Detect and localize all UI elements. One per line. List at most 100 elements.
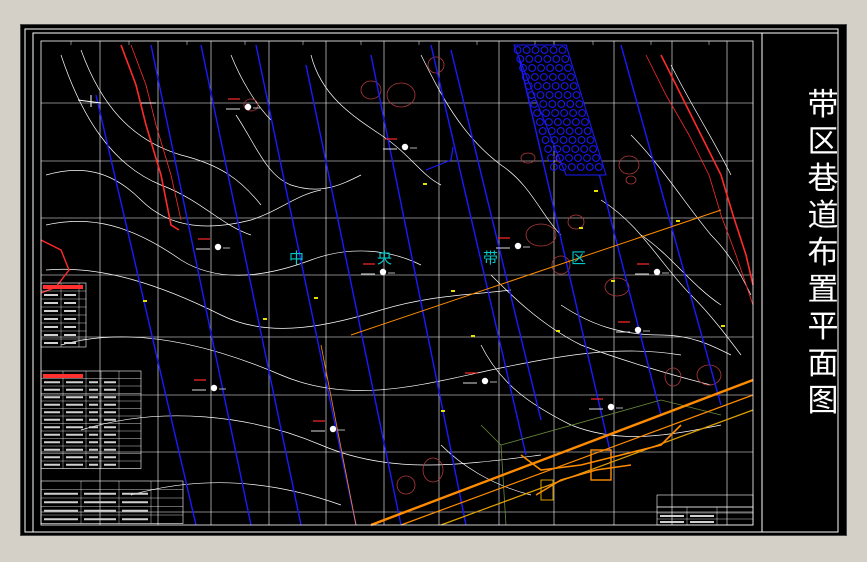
roadway-line (255, 44, 357, 526)
legend-symbol-table-cell-mark (104, 448, 116, 451)
legend-symbol-table-cell-mark (89, 433, 98, 436)
contour-line (490, 274, 712, 386)
fault-lines (40, 44, 754, 527)
info-table-cell-mark (44, 509, 78, 512)
pit-circle (567, 214, 585, 230)
production-table-cell-mark (64, 318, 76, 320)
production-table-cell-mark (44, 310, 58, 312)
outer-frame (24, 28, 839, 533)
legend-symbol-table-cell-mark (89, 456, 98, 459)
drawing-canvas: 中央带区 (24, 28, 839, 533)
elevation-tag (314, 297, 318, 299)
legend-symbol-table-cell-mark (89, 403, 98, 406)
legend-symbol-table-cell-mark (66, 411, 83, 414)
legend-symbol-table-cell-mark (44, 433, 60, 436)
title-char: 置 (807, 272, 839, 308)
elevation-tag (594, 190, 598, 192)
production-table-cell-mark (64, 302, 76, 304)
roadway-line (430, 44, 527, 456)
legend-symbol-table-cell-mark (44, 388, 60, 391)
elevation-tag (441, 410, 445, 412)
legend-symbol-table-cell-mark (66, 426, 83, 429)
contour-line (130, 482, 342, 506)
legend-symbol-table-cell-mark (66, 403, 83, 406)
legend-symbol-table-cell-mark (66, 456, 83, 459)
pit-circle (625, 175, 637, 185)
info-table-cell-mark (84, 501, 116, 504)
legend-symbol-table-cell-mark (89, 388, 98, 391)
roadway-line (200, 44, 302, 526)
legend-symbol-table-cell-mark (66, 388, 83, 391)
table-title-bar (43, 285, 83, 289)
borehole-symbol (379, 268, 387, 276)
borehole-symbol (210, 384, 218, 392)
roadway-line (450, 49, 542, 421)
elevation-tag (579, 227, 583, 229)
elevation-tag (423, 183, 427, 185)
pit-circle (696, 364, 722, 386)
title-char: 区 (807, 124, 839, 160)
legend-symbol-table-cell-mark (104, 441, 116, 444)
contour-line (45, 268, 512, 329)
legend-symbol-table-cell-mark (66, 448, 83, 451)
info-table-cell-mark (44, 518, 78, 521)
goaf-hatch-mark (536, 118, 544, 126)
mine-features (77, 95, 725, 433)
legend-symbol-table-cell-mark (89, 418, 98, 421)
goaf-hatch-area (513, 44, 607, 176)
legend-symbol-table-cell-mark (104, 396, 116, 399)
contour-line (80, 49, 262, 206)
roadway-branch (425, 146, 454, 171)
drawing-frame (24, 28, 839, 533)
contour-line (480, 344, 722, 437)
main-haulage-orange (370, 378, 754, 527)
goaf-hatch-mark (541, 136, 550, 144)
pit-circle (396, 475, 416, 495)
haulage-curve (520, 424, 682, 471)
table-title-bar (43, 374, 83, 378)
legend-symbol-table-cell-mark (44, 381, 60, 384)
legend-symbol-table-cell-mark (89, 463, 98, 466)
legend-symbol-table-cell-mark (89, 396, 98, 399)
info-table-cell-mark (122, 518, 148, 521)
pit-circle (664, 367, 682, 387)
borehole-symbol (401, 143, 409, 151)
signature-table-cell-mark (660, 521, 684, 523)
contour-line (640, 234, 722, 306)
elevation-tag (143, 300, 147, 302)
legend-symbol-table-cell-mark (44, 418, 60, 421)
borehole-symbol (634, 326, 642, 334)
cad-viewport[interactable]: 中央带区 带区巷道布置平面图 (20, 24, 847, 536)
legend-symbol-table-cell-mark (44, 448, 60, 451)
info-table-cell-mark (44, 492, 78, 495)
production-table-cell-mark (44, 318, 58, 320)
production-table-cell-mark (64, 326, 76, 328)
production-table-cell-mark (44, 334, 58, 336)
production-table-cell-mark (44, 326, 58, 328)
pit-circle (386, 82, 416, 108)
info-table-cell-mark (84, 509, 116, 512)
contour-line (80, 415, 542, 466)
title-char: 道 (807, 198, 839, 234)
legend-symbol-table-cell-mark (104, 411, 116, 414)
pit-circle (422, 457, 444, 483)
borehole-symbol (214, 243, 222, 251)
goaf-hatch-mark (544, 145, 553, 153)
pit-circle (525, 223, 557, 247)
elevation-tag (263, 318, 267, 320)
legend-symbol-table-cell-mark (66, 381, 83, 384)
production-table-cell-mark (44, 342, 58, 344)
zone-label-char: 带 (483, 249, 498, 267)
goaf-hatch-mark (547, 154, 555, 162)
borehole-symbol (653, 268, 661, 276)
borehole-symbol (244, 103, 252, 111)
borehole-symbol (514, 242, 522, 250)
production-table-cell-mark (64, 342, 76, 344)
fault-line (660, 54, 754, 286)
elevation-tag (611, 280, 615, 282)
legend-symbol-table-cell-mark (89, 441, 98, 444)
legend-symbol-table-cell-mark (44, 396, 60, 399)
borehole-symbol (481, 377, 489, 385)
title-char: 巷 (807, 161, 839, 197)
legend-symbol-table-cell-mark (44, 456, 60, 459)
